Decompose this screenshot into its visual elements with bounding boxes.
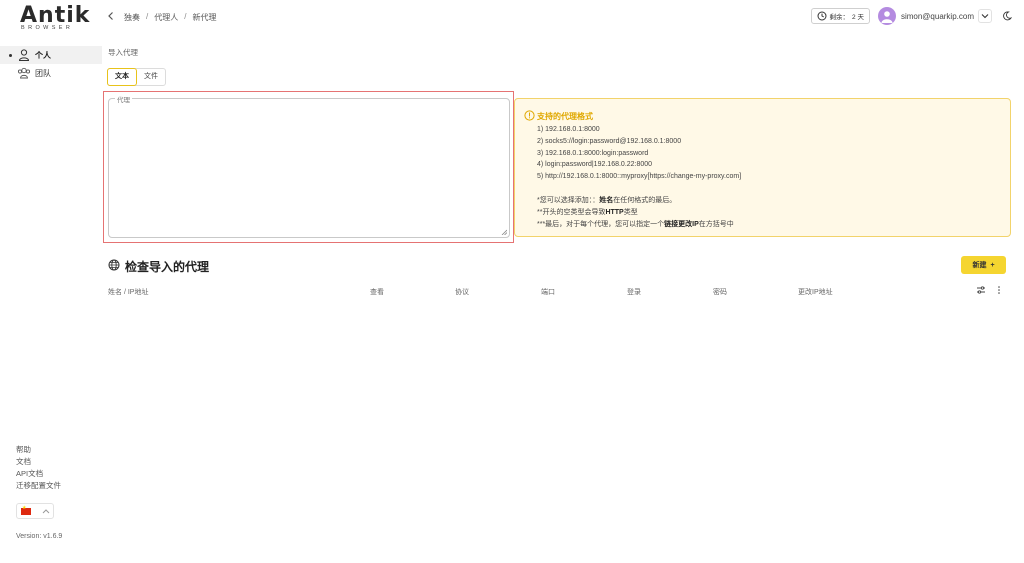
- breadcrumb-separator: /: [184, 12, 187, 21]
- avatar[interactable]: [877, 7, 896, 25]
- breadcrumb-proxies[interactable]: 代理人: [154, 12, 178, 23]
- column-header-password[interactable]: 密码: [713, 287, 727, 297]
- format-item: 4) login:password|192.168.0.22:8000: [537, 161, 653, 169]
- note-bold: 姓名: [599, 197, 614, 204]
- docs-link[interactable]: 文档: [16, 456, 31, 467]
- format-item: 5) http://192.168.0.1:8000::myproxy[http…: [537, 173, 742, 181]
- timer-label: 剩余：: [829, 14, 850, 21]
- sidebar-item-label: 团队: [35, 69, 51, 78]
- supported-formats-info: 支持的代理格式 1) 192.168.0.1:8000 2) socks5://…: [514, 98, 1011, 237]
- chevron-up-icon: [42, 509, 50, 514]
- dark-mode-moon-icon[interactable]: [1002, 11, 1012, 21]
- logo-subtext: BROWSER: [21, 25, 74, 31]
- sidebar-item-personal[interactable]: 个人: [0, 46, 102, 64]
- sidebar-item-label: 个人: [35, 51, 51, 60]
- check-imported-title: 检查导入的代理: [125, 260, 210, 274]
- note-text: **开头的空类型会导致: [537, 209, 606, 216]
- note-name: *您可以选择添加：：姓名在任何格式的最后。: [537, 195, 734, 207]
- tab-file[interactable]: 文件: [137, 69, 165, 85]
- more-vertical-icon[interactable]: [994, 285, 1004, 295]
- header-right: 剩余： 2 天 simon@quarkip.com: [810, 6, 1012, 26]
- note-text: *您可以选择添加：：: [537, 197, 600, 204]
- column-header-login[interactable]: 登录: [627, 287, 641, 297]
- sidebar: Antik BROWSER 个人 团队 帮助 文档 API文档 迁移配置文件 ★…: [0, 0, 102, 563]
- proxy-field: 代理: [108, 94, 510, 238]
- app-window: Antik BROWSER 个人 团队 帮助 文档 API文档 迁移配置文件 ★…: [0, 0, 1024, 563]
- column-header-change-ip[interactable]: 更改IP地址: [798, 287, 833, 297]
- tab-text[interactable]: 文本: [107, 68, 137, 86]
- help-link[interactable]: 帮助: [16, 444, 31, 455]
- chevron-down-icon: [981, 14, 989, 19]
- format-item: 1) 192.168.0.1:8000: [537, 126, 600, 133]
- sidebar-item-team[interactable]: 团队: [0, 64, 102, 82]
- user-email[interactable]: simon@quarkip.com: [901, 12, 974, 21]
- note-http: **开头的空类型会导致HTTP类型: [537, 207, 734, 219]
- back-chevron-icon[interactable]: [106, 11, 116, 21]
- avatar-user-icon: [881, 11, 893, 23]
- version-label: Version: v1.6.9: [16, 533, 63, 540]
- proxy-field-label: 代理: [115, 94, 132, 104]
- resize-handle-icon[interactable]: [501, 229, 507, 235]
- migrate-profiles-link[interactable]: 迁移配置文件: [16, 480, 61, 491]
- breadcrumb-separator: /: [146, 12, 149, 21]
- clock-icon: [817, 11, 827, 21]
- format-item: 3) 192.168.0.1:8000:login:password: [537, 149, 649, 157]
- format-list: 1) 192.168.0.1:8000 2) socks5://login:pa…: [537, 124, 741, 183]
- note-text: 类型: [623, 209, 638, 216]
- breadcrumb-solo[interactable]: 独奏: [124, 12, 140, 23]
- logo[interactable]: Antik BROWSER: [20, 3, 89, 32]
- column-header-protocol[interactable]: 协议: [455, 287, 469, 297]
- info-circle-icon: [524, 110, 535, 121]
- info-title: 支持的代理格式: [537, 112, 593, 121]
- user-icon: [18, 49, 30, 61]
- remaining-days-badge[interactable]: 剩余： 2 天: [810, 8, 870, 24]
- breadcrumb-new-proxy: 新代理: [192, 13, 217, 22]
- proxy-field-highlight: 代理: [103, 91, 514, 243]
- column-header-view[interactable]: 查看: [370, 287, 384, 297]
- note-text: 在方括号中: [698, 221, 734, 228]
- api-docs-link[interactable]: API文档: [16, 468, 43, 479]
- import-tabs: 文本 文件: [107, 68, 166, 86]
- section-title: 导入代理: [108, 48, 138, 57]
- column-header-port[interactable]: 端口: [541, 287, 555, 297]
- plus-icon: +: [990, 261, 995, 269]
- format-notes: *您可以选择添加：：姓名在任何格式的最后。 **开头的空类型会导致HTTP类型 …: [537, 195, 734, 231]
- china-flag-icon: [21, 505, 31, 515]
- globe-icon: [108, 259, 120, 271]
- active-dot: [9, 54, 12, 57]
- team-icon: [17, 67, 31, 79]
- column-header-name-ip[interactable]: 姓名 / IP地址: [108, 287, 148, 297]
- note-bold: HTTP: [605, 209, 624, 216]
- user-menu-button[interactable]: [978, 9, 992, 23]
- timer-value: 2 天: [852, 14, 864, 21]
- note-text: ***最后，对于每个代理，您可以指定一个: [537, 221, 665, 228]
- language-selector[interactable]: [16, 503, 54, 519]
- new-button-label: 新建: [972, 262, 987, 269]
- breadcrumb: 独奏 / 代理人 / 新代理: [124, 12, 216, 23]
- new-proxy-button[interactable]: 新建 +: [961, 256, 1006, 274]
- note-text: 在任何格式的最后。: [613, 197, 677, 204]
- note-bold: 链接更改IP: [664, 221, 699, 228]
- column-settings-icon[interactable]: [976, 285, 986, 295]
- format-item: 2) socks5://login:password@192.168.0.1:8…: [537, 137, 682, 145]
- note-change-ip: ***最后，对于每个代理，您可以指定一个链接更改IP在方括号中: [537, 219, 734, 231]
- proxy-textarea[interactable]: [111, 104, 507, 234]
